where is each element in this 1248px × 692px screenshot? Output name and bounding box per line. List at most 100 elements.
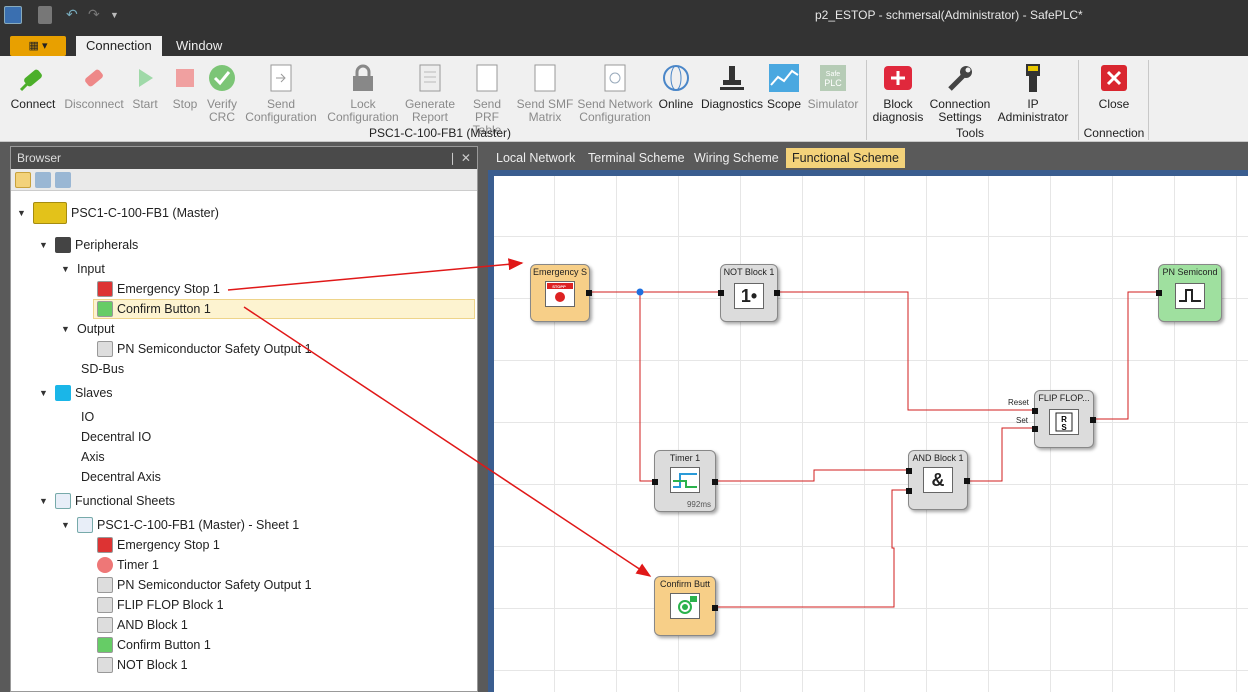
timer-value: 992ms: [686, 500, 711, 509]
add-device-icon[interactable]: [15, 172, 31, 188]
block-confirm-button[interactable]: Confirm Butt: [654, 576, 718, 636]
sheet-icon: [77, 517, 93, 533]
reset-port[interactable]: [1032, 408, 1038, 414]
tree-node-io[interactable]: IO: [81, 407, 94, 427]
tree-node-output[interactable]: ▼ Output: [61, 319, 115, 339]
generate-report-button[interactable]: Generate Report: [402, 62, 458, 124]
lock-configuration-button[interactable]: Lock Configuration: [326, 62, 400, 124]
redo-icon[interactable]: ↷: [88, 6, 102, 24]
input-port[interactable]: [718, 290, 724, 296]
tab-local-network[interactable]: Local Network: [490, 148, 582, 168]
sheet-item-confirm-button[interactable]: Confirm Button 1: [97, 635, 211, 655]
sheet-item-emergency-stop[interactable]: Emergency Stop 1: [97, 535, 220, 555]
sheet-item-timer[interactable]: Timer 1: [97, 555, 159, 575]
block-and[interactable]: AND Block 1 &: [906, 450, 970, 510]
save-icon[interactable]: [38, 6, 52, 24]
output-port[interactable]: [774, 290, 780, 296]
sheet-item-not[interactable]: NOT Block 1: [97, 655, 188, 675]
pin-close-controls[interactable]: ❘ ✕: [448, 151, 471, 165]
scope-button[interactable]: Scope: [766, 62, 802, 111]
block-diagnosis-icon: [882, 62, 914, 94]
tree-node-peripherals[interactable]: ▼ Peripherals: [39, 235, 138, 255]
wire-estop-timer: [639, 292, 654, 482]
block-flipflop[interactable]: FLIP FLOP... RS: [1032, 390, 1096, 448]
chevron-down-icon[interactable]: ▼: [61, 324, 71, 334]
play-icon: [129, 62, 161, 94]
tree-node-functional-sheets[interactable]: ▼ Functional Sheets: [39, 491, 175, 511]
close-button[interactable]: Close: [1084, 62, 1144, 111]
tree-node-sdbus[interactable]: SD-Bus: [81, 359, 124, 379]
tab-window[interactable]: Window: [166, 36, 232, 56]
chevron-down-icon[interactable]: ▼: [39, 240, 49, 250]
tree-node-axis[interactable]: Axis: [81, 447, 105, 467]
set-port[interactable]: [1032, 426, 1038, 432]
tree-node-emergency-stop[interactable]: Emergency Stop 1: [97, 279, 220, 299]
sheet-item-pn-output[interactable]: PN Semiconductor Safety Output 1: [97, 575, 312, 595]
tree-node-sheet[interactable]: ▼ PSC1-C-100-FB1 (Master) - Sheet 1: [61, 515, 299, 535]
block-pn-output[interactable]: PN Semicond: [1156, 264, 1222, 322]
block-not[interactable]: NOT Block 1 1•: [718, 264, 780, 322]
ip-administrator-button[interactable]: IP Administrator: [994, 62, 1072, 124]
simulator-button[interactable]: Safe PLC Simulator: [804, 62, 862, 111]
tree-node-decentral-axis[interactable]: Decentral Axis: [81, 467, 161, 487]
confirm-button-icon: [97, 637, 113, 653]
block-emergency-stop[interactable]: Emergency S STOPP: [530, 264, 592, 322]
output-port[interactable]: [712, 479, 718, 485]
flipflop-icon: RS: [1049, 409, 1079, 435]
tree-node-input[interactable]: ▼ Input: [61, 259, 105, 279]
emergency-stop-icon: STOPP: [545, 281, 575, 307]
tree-node-decentral-io[interactable]: Decentral IO: [81, 427, 151, 447]
connection-settings-button[interactable]: Connection Settings: [928, 62, 992, 124]
input-port-2[interactable]: [906, 488, 912, 494]
input-port[interactable]: [652, 479, 658, 485]
chevron-down-icon[interactable]: ▼: [39, 496, 49, 506]
chevron-down-icon[interactable]: ▼: [39, 388, 49, 398]
tree-node-device[interactable]: ▼ PSC1-C-100-FB1 (Master): [17, 202, 219, 224]
quick-access-dropdown-icon[interactable]: ▼: [110, 6, 120, 24]
output-port[interactable]: [964, 478, 970, 484]
svg-text:S: S: [1061, 423, 1067, 432]
tab-connection[interactable]: Connection: [76, 36, 162, 56]
tab-terminal-scheme[interactable]: Terminal Scheme: [582, 148, 691, 168]
start-button[interactable]: Start: [128, 62, 162, 111]
disconnect-button[interactable]: Disconnect: [62, 62, 126, 111]
tree-node-pn-output[interactable]: PN Semiconductor Safety Output 1: [97, 339, 312, 359]
send-configuration-button[interactable]: Send Configuration: [240, 62, 322, 124]
undo-icon[interactable]: ↶: [66, 6, 80, 24]
tree-node-confirm-button[interactable]: Confirm Button 1: [93, 299, 475, 319]
connect-button[interactable]: Connect: [4, 62, 62, 111]
chevron-down-icon[interactable]: ▼: [61, 264, 71, 274]
remove-device-icon[interactable]: [55, 172, 71, 188]
stop-button[interactable]: Stop: [168, 62, 202, 111]
block-diagnosis-button[interactable]: Block diagnosis: [870, 62, 926, 124]
input-port-1[interactable]: [906, 468, 912, 474]
confirm-button-icon: [97, 301, 113, 317]
tab-wiring-scheme[interactable]: Wiring Scheme: [688, 148, 785, 168]
online-button[interactable]: Online: [656, 62, 696, 111]
input-port[interactable]: [1156, 290, 1162, 296]
ribbon-tab-row: ▦ ▾ Connection Window: [0, 32, 1248, 56]
file-menu-button[interactable]: ▦ ▾: [10, 36, 66, 56]
output-port[interactable]: [712, 605, 718, 611]
junction-dot: [636, 288, 644, 296]
send-smf-matrix-button[interactable]: Send SMF Matrix: [516, 62, 574, 124]
diagnostics-button[interactable]: Diagnostics: [700, 62, 764, 111]
output-port[interactable]: [586, 290, 592, 296]
send-network-configuration-button[interactable]: Send Network Configuration: [576, 62, 654, 124]
wires: [590, 288, 1158, 608]
chevron-down-icon[interactable]: ▼: [61, 520, 71, 530]
prf-icon: [471, 62, 503, 94]
tab-functional-scheme[interactable]: Functional Scheme: [786, 148, 906, 168]
timer-icon: [97, 557, 113, 573]
block-timer[interactable]: Timer 1 992ms: [652, 450, 718, 512]
network-icon[interactable]: [35, 172, 51, 188]
set-label: Set: [1016, 416, 1029, 425]
sheet-item-flipflop[interactable]: FLIP FLOP Block 1: [97, 595, 224, 615]
tree-node-slaves[interactable]: ▼ Slaves: [39, 383, 113, 403]
output-port[interactable]: [1090, 417, 1096, 423]
verify-crc-button[interactable]: Verify CRC: [204, 62, 240, 124]
chevron-down-icon[interactable]: ▼: [17, 208, 27, 218]
simulator-icon: Safe PLC: [817, 62, 849, 94]
sheet-item-and[interactable]: AND Block 1: [97, 615, 188, 635]
functional-scheme-canvas[interactable]: Emergency S STOPP NOT Block 1 1• PN Semi…: [494, 176, 1248, 692]
